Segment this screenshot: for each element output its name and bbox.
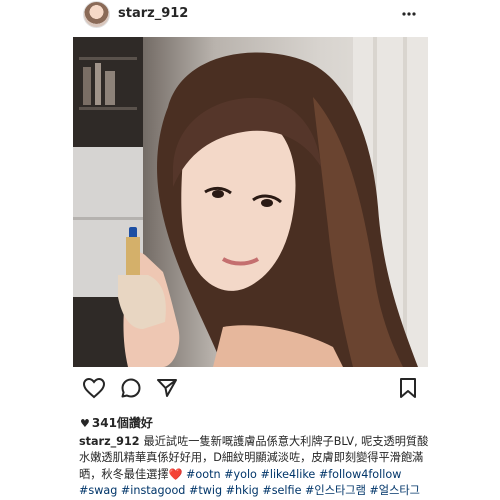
heart-outline-icon[interactable] <box>82 376 106 400</box>
post-photo-illustration <box>73 37 428 367</box>
post-photo[interactable] <box>73 37 428 367</box>
post-username[interactable]: starz_912 <box>118 6 188 21</box>
caption-username[interactable]: starz_912 <box>79 435 140 448</box>
more-dots-icon[interactable] <box>402 7 416 21</box>
send-icon[interactable] <box>155 376 179 400</box>
post-caption: starz_912 最近試咗一隻新嘅護膚品係意大利牌子BLV, 呢支透明質酸水嫩透… <box>79 434 429 500</box>
avatar[interactable] <box>83 1 110 28</box>
heart-filled-icon: ♥ <box>80 417 90 430</box>
likes-count[interactable]: ♥ 341個讚好 <box>80 414 153 431</box>
action-bar <box>73 376 428 402</box>
comment-icon[interactable] <box>119 376 143 400</box>
red-heart-emoji: ❤️ <box>168 467 183 481</box>
bookmark-icon[interactable] <box>396 376 420 400</box>
post-header: starz_912 <box>0 0 500 30</box>
likes-text: 341個讚好 <box>91 416 153 430</box>
